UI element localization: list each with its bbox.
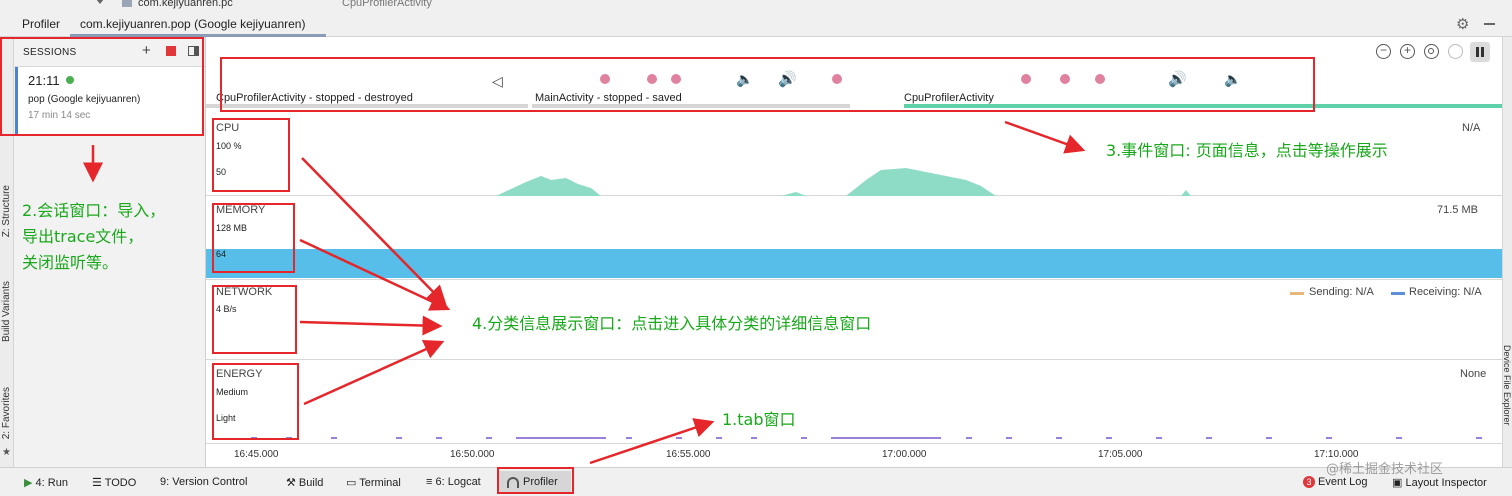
annotation-events-window: 3.事件窗口: 页面信息，点击等操作展示 <box>1106 141 1388 160</box>
annotation-tab-window: 1.tab窗口 <box>722 410 796 429</box>
annotation-category-window: 4.分类信息展示窗口：点击进入具体分类的详细信息窗口 <box>472 314 872 333</box>
annotation-sessions-line3: 关闭监听等。 <box>22 253 119 272</box>
annotation-sessions-line2: 导出trace文件， <box>22 227 144 246</box>
annotation-sessions-line1: 2.会话窗口：导入， <box>22 201 166 220</box>
